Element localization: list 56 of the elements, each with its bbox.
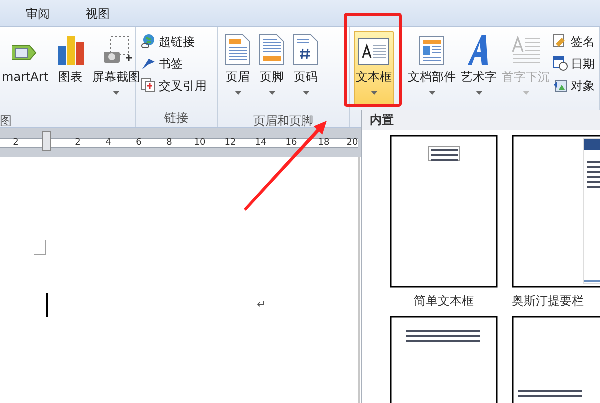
- gallery-item-label: 简单文本框: [414, 293, 474, 310]
- ruler-number: 12: [224, 137, 236, 150]
- ribbon-button[interactable]: 屏幕截图: [90, 31, 143, 107]
- ruler-number: 4: [106, 137, 112, 150]
- drop-cap-icon: [511, 36, 541, 66]
- ribbon-button[interactable]: 书签: [141, 54, 207, 73]
- gallery-item-label: 奥斯汀提要栏: [512, 293, 584, 310]
- ribbon-button[interactable]: 艺术字: [459, 31, 499, 107]
- page-thumbnail[interactable]: [512, 135, 600, 288]
- ruler-number: 20: [346, 137, 358, 150]
- ribbon-button[interactable]: 交叉引用: [141, 76, 207, 95]
- ribbon-button[interactable]: 超链接: [141, 32, 207, 51]
- gallery-heading: 内置: [362, 110, 600, 130]
- bookmark-flag-icon: [141, 56, 156, 70]
- ribbon-button[interactable]: 页码: [291, 31, 321, 107]
- ribbon-tab[interactable]: 审阅: [22, 5, 54, 23]
- ribbon-button[interactable]: 对象: [553, 76, 595, 95]
- ribbon-button[interactable]: martArt: [0, 31, 51, 107]
- header-page-icon: [225, 34, 251, 66]
- paragraph-mark: ↵: [257, 297, 266, 313]
- bar-chart-icon: [56, 34, 86, 66]
- cross-reference-icon: [141, 78, 156, 93]
- ribbon-tab[interactable]: 视图: [82, 5, 114, 23]
- page-thumbnail[interactable]: [512, 316, 600, 403]
- group-label: 链接: [164, 110, 190, 127]
- ruler-number: 6: [136, 137, 142, 150]
- ruler-number: 8: [166, 137, 172, 150]
- page-number-icon: [293, 34, 319, 66]
- ribbon-button[interactable]: 图表: [54, 31, 88, 107]
- calendar-clock-icon: [553, 56, 568, 71]
- ruler-number: 2: [13, 137, 19, 150]
- ruler-number: 18: [318, 137, 330, 150]
- page-thumbnail[interactable]: [390, 316, 498, 403]
- indent-marker[interactable]: [42, 131, 51, 151]
- text-box-icon: [358, 38, 390, 66]
- globe-link-icon: [141, 34, 156, 49]
- ribbon-button[interactable]: 签名: [553, 32, 595, 51]
- ruler-number: 14: [255, 137, 267, 150]
- ribbon-button[interactable]: 文本框: [354, 31, 394, 107]
- ribbon-button[interactable]: 日期: [553, 54, 595, 73]
- ribbon-button[interactable]: 文档部件: [406, 31, 458, 107]
- screenshot-icon: [102, 36, 132, 66]
- signature-line-icon: [553, 34, 568, 49]
- ruler-number: 16: [286, 137, 298, 150]
- ribbon-button[interactable]: 页脚: [257, 31, 287, 107]
- ruler-number: 2: [75, 137, 81, 150]
- ruler-number: 10: [194, 137, 206, 150]
- footer-page-icon: [259, 34, 285, 66]
- page-thumbnail[interactable]: [390, 135, 498, 288]
- object-icon: [553, 78, 568, 93]
- ribbon-button[interactable]: 页眉: [223, 31, 253, 107]
- text-cursor: [46, 293, 48, 317]
- group-label: 页眉和页脚: [252, 113, 314, 130]
- document-parts-icon: [419, 36, 445, 66]
- margin-corner-mark: [34, 240, 46, 255]
- group-label: 图: [0, 113, 13, 130]
